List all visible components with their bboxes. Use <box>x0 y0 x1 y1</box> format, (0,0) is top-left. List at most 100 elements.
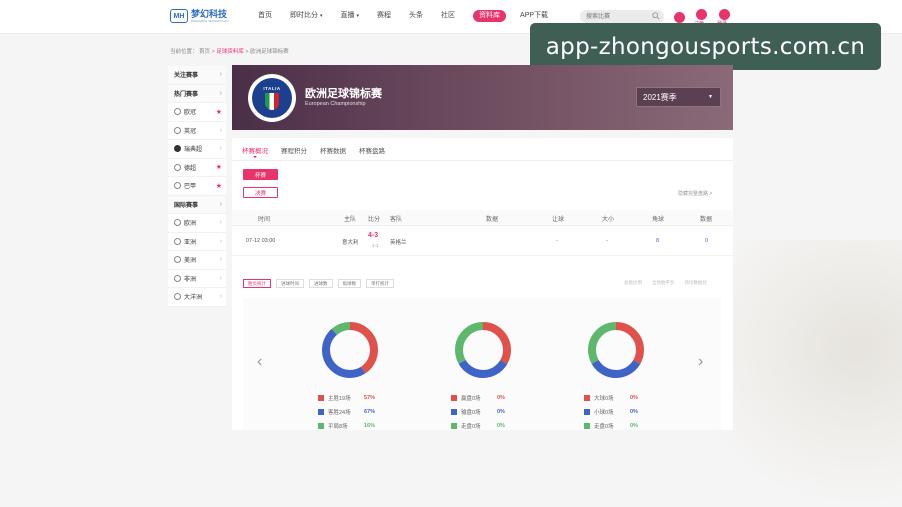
legend-swatch <box>584 395 590 401</box>
sidebar-item[interactable]: 瑞典超 › <box>168 140 226 159</box>
main-nav: 首页 即时比分 ▾ 直播 ▾ 赛程 头条 社区 资料库 APP下载 <box>258 10 566 22</box>
sidebar-item[interactable]: 关注赛事 › <box>168 66 226 85</box>
legend-item: 大球0场 0% <box>584 391 638 405</box>
filter-button[interactable]: 角球数 <box>337 279 361 288</box>
login-icon[interactable] <box>719 9 730 20</box>
nav-item-6[interactable]: 资料库 <box>473 10 507 22</box>
nav-item-3[interactable]: 赛程 <box>377 10 391 22</box>
legend-item: 走盘0场 0% <box>584 419 638 433</box>
donut-svg <box>588 322 644 378</box>
chevron-right-icon: › <box>219 126 222 134</box>
stats-value[interactable]: 0 <box>705 238 708 244</box>
legend-percent: 0% <box>630 423 638 429</box>
chevron-right-icon: › <box>219 237 222 245</box>
nav-item-label: 即时比分 <box>290 12 318 19</box>
nav-item-label: APP下载 <box>520 12 549 19</box>
sidebar-item[interactable]: 德超 ★ <box>168 158 226 177</box>
chevron-right-icon: › <box>219 293 222 301</box>
stage-button-final[interactable]: 决赛 <box>243 187 278 198</box>
breadcrumb-prefix: 当前位置： <box>170 49 198 55</box>
season-value: 2021赛季 <box>643 92 677 102</box>
hide-link[interactable]: 隐藏完整盘路 > <box>678 190 712 197</box>
sidebar-item[interactable]: 欧冠 ★ <box>168 103 226 122</box>
chevron-right-icon: › <box>219 219 222 227</box>
filter-button[interactable]: 单打统计 <box>366 279 394 288</box>
match-score[interactable]: 4-3 <box>368 232 378 239</box>
sidebar-item[interactable]: 亚洲 › <box>168 232 226 251</box>
register-icon[interactable] <box>696 9 707 20</box>
star-icon[interactable]: ★ <box>216 163 222 171</box>
tab-3[interactable]: 杯赛盘路 <box>359 145 385 155</box>
sidebar-item[interactable]: 国际赛事 › <box>168 195 226 214</box>
sidebar-item[interactable]: 大洋洲 › <box>168 288 226 307</box>
tab-0[interactable]: 杯赛概况 <box>242 145 268 158</box>
stage-button-cup[interactable]: 杯赛 <box>243 169 278 180</box>
crest-shield-icon <box>265 93 279 110</box>
nav-item-7[interactable]: APP下载 <box>520 10 548 22</box>
nav-item-label: 资料库 <box>479 12 501 19</box>
logo-subtext: DREAMING TECHNOLOGY <box>191 19 229 23</box>
sidebar-item[interactable]: 巴甲 ★ <box>168 177 226 196</box>
divider <box>232 160 733 161</box>
filter-button[interactable]: 进球时间 <box>276 279 304 288</box>
sidebar-item[interactable]: 英冠 › <box>168 121 226 140</box>
sidebar-item[interactable]: 非洲 › <box>168 269 226 288</box>
sidebar-item[interactable]: 美洲 › <box>168 251 226 270</box>
away-team[interactable]: 英格兰 <box>390 238 407 246</box>
tab-2[interactable]: 杯赛数据 <box>320 145 346 155</box>
stat-link[interactable]: 全场胜平负 <box>652 280 675 286</box>
legend-swatch <box>584 423 590 429</box>
legend-item: 赢盘0场 0% <box>451 391 505 405</box>
table-row[interactable]: 07-12 03:00 意大利 4-3 1-1 英格兰 - - 8 0 <box>232 228 733 256</box>
sidebar-item[interactable]: 欧洲 › <box>168 214 226 233</box>
nav-item-5[interactable]: 社区 <box>441 10 455 22</box>
home-team[interactable]: 意大利 <box>342 238 359 246</box>
match-time: 07-12 03:00 <box>246 238 276 244</box>
stat-link[interactable]: 总盘比例 <box>624 280 642 286</box>
search-icon[interactable] <box>652 12 660 20</box>
donut-svg <box>322 322 378 378</box>
globe-icon <box>174 219 181 227</box>
message-icon[interactable] <box>674 12 685 23</box>
stat-links: 总盘比例 全场胜平负 场均数据比 <box>614 280 707 286</box>
star-icon[interactable]: ★ <box>216 182 222 190</box>
football-icon <box>174 108 181 116</box>
legend-item: 平局8场 16% <box>318 419 375 433</box>
filter-button[interactable]: 进球数 <box>309 279 333 288</box>
legend-percent: 67% <box>364 409 376 415</box>
column-header: 数据 <box>700 217 713 223</box>
nav-item-4[interactable]: 头条 <box>409 10 423 22</box>
filter-button[interactable]: 胜负统计 <box>243 279 271 288</box>
column-header: 角球 <box>652 217 665 223</box>
logo[interactable]: MH 梦幻科技 DREAMING TECHNOLOGY <box>170 9 229 23</box>
stats-carousel: ‹ › 主胜19场 57% 客胜24场 67% 平局8场 16% 赢盘0场 0% 输盘0场 0% 走… <box>243 298 721 430</box>
breadcrumb-home[interactable]: 首页 <box>199 49 210 55</box>
chevron-right-icon[interactable]: › <box>698 353 703 371</box>
total-value: - <box>606 238 608 244</box>
sidebar-item-label: 欧洲 <box>184 221 197 228</box>
legend-percent: 57% <box>364 395 376 401</box>
donut-chart <box>453 320 513 380</box>
nav-item-1[interactable]: 即时比分 ▾ <box>290 10 323 22</box>
legend-label: 客胜24场 <box>328 410 351 416</box>
legend-swatch <box>584 409 590 415</box>
nav-item-2[interactable]: 直播 ▾ <box>341 10 360 22</box>
chevron-right-icon: › <box>219 145 222 153</box>
tab-1[interactable]: 赛程积分 <box>281 145 307 155</box>
season-select[interactable]: 2021赛季 ▼ <box>636 87 721 107</box>
competition-subtitle: European Championship <box>305 101 366 107</box>
globe-icon <box>174 274 181 282</box>
breadcrumb-section[interactable]: 足球资料库 <box>216 49 244 55</box>
legend-swatch <box>318 423 324 429</box>
nav-item-0[interactable]: 首页 <box>258 10 272 22</box>
sidebar-item[interactable]: 热门赛事 › <box>168 84 226 103</box>
chevron-right-icon: › <box>219 200 222 208</box>
column-header: 让球 <box>552 217 565 223</box>
star-icon[interactable]: ★ <box>216 108 222 116</box>
sidebar-item-label: 德超 <box>184 165 197 172</box>
chevron-left-icon[interactable]: ‹ <box>257 353 262 371</box>
legend-item: 客胜24场 67% <box>318 405 375 419</box>
nav-item-label: 赛程 <box>377 12 392 19</box>
stat-link[interactable]: 场均数据比 <box>685 280 708 286</box>
football-icon <box>174 163 181 171</box>
